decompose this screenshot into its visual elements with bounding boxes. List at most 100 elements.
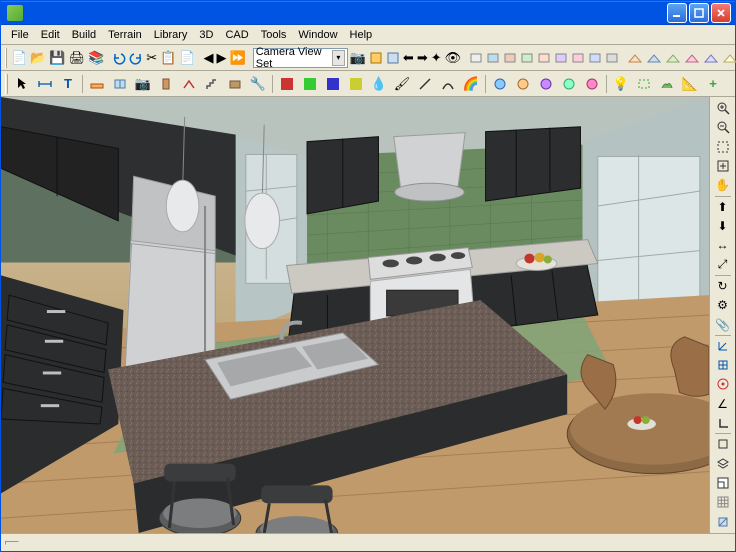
camera-view-select[interactable]: Camera View Set ▾ — [253, 48, 348, 68]
view-e-icon[interactable] — [702, 47, 720, 69]
line-icon[interactable] — [414, 73, 436, 95]
walkthrough-icon[interactable]: 👁 — [444, 47, 463, 69]
fixture-icon[interactable]: 🔧 — [247, 73, 269, 95]
render-c-icon[interactable] — [502, 47, 518, 69]
cross-section-icon[interactable]: ✦ — [430, 47, 443, 69]
material-d-icon[interactable] — [558, 73, 580, 95]
fill-window-icon[interactable] — [712, 157, 734, 175]
preferences-icon[interactable]: ⚙ — [712, 296, 734, 314]
zoom-window-icon[interactable] — [712, 138, 734, 156]
material-e-icon[interactable] — [581, 73, 603, 95]
render-e-icon[interactable] — [536, 47, 552, 69]
add-icon[interactable]: + — [702, 73, 724, 95]
cut-icon[interactable]: ✂ — [145, 47, 158, 69]
roof-icon[interactable] — [178, 73, 200, 95]
menu-library[interactable]: Library — [148, 27, 194, 43]
print-icon[interactable]: 🖨 — [68, 47, 87, 69]
window-icon[interactable] — [109, 73, 131, 95]
render-f-icon[interactable] — [553, 47, 569, 69]
ortho-icon[interactable] — [712, 414, 734, 432]
color-a-icon[interactable] — [276, 73, 298, 95]
refresh-icon[interactable]: ↻ — [712, 277, 734, 295]
view-b-icon[interactable] — [645, 47, 663, 69]
dimension-sq-icon[interactable] — [712, 435, 734, 453]
dimension-icon[interactable] — [34, 73, 56, 95]
undo-icon[interactable] — [111, 47, 127, 69]
viewport-3d[interactable] — [1, 97, 709, 533]
camera-tool-icon[interactable]: 📷 — [132, 73, 154, 95]
view-c-icon[interactable] — [664, 47, 682, 69]
select-icon[interactable] — [11, 73, 33, 95]
material-b-icon[interactable] — [512, 73, 534, 95]
minimize-button[interactable] — [667, 3, 687, 23]
menu-cad[interactable]: CAD — [219, 27, 254, 43]
snap-icon[interactable] — [712, 375, 734, 393]
menu-edit[interactable]: Edit — [35, 27, 66, 43]
library-icon[interactable]: 📚 — [87, 47, 105, 69]
nav-left-icon[interactable] — [368, 47, 384, 69]
elevation-icon[interactable]: 📐 — [679, 73, 701, 95]
open-file-icon[interactable]: 📂 — [29, 47, 47, 69]
material-c-icon[interactable] — [535, 73, 557, 95]
menu-terrain[interactable]: Terrain — [102, 27, 148, 43]
pan-down-icon[interactable]: ⬇ — [712, 217, 734, 235]
view-f-icon[interactable] — [721, 47, 736, 69]
eyedropper-icon[interactable]: 💧 — [368, 73, 390, 95]
region-icon[interactable] — [633, 73, 655, 95]
light-icon[interactable]: 💡 — [610, 73, 632, 95]
zoom-in-icon[interactable] — [712, 99, 734, 117]
nav-turn-l-icon[interactable]: ⬅ — [402, 47, 415, 69]
render-b-icon[interactable] — [485, 47, 501, 69]
menu-window[interactable]: Window — [292, 27, 343, 43]
brush-icon[interactable]: 🖌 — [391, 73, 413, 95]
zoom-out-icon[interactable] — [712, 118, 734, 136]
pan-diag-icon[interactable]: ⤢ — [712, 256, 734, 274]
view-d-icon[interactable] — [683, 47, 701, 69]
grid-toggle-icon[interactable] — [712, 356, 734, 374]
pan-lr-icon[interactable]: ↔ — [712, 236, 734, 254]
render-d-icon[interactable] — [519, 47, 535, 69]
render-i-icon[interactable] — [604, 47, 620, 69]
play-icon[interactable]: ▶ — [216, 47, 228, 69]
prev-icon[interactable]: ◀ — [203, 47, 215, 69]
menu-3d[interactable]: 3D — [193, 27, 219, 43]
curve-icon[interactable] — [437, 73, 459, 95]
paste-icon[interactable]: 📄 — [178, 47, 196, 69]
view-a-icon[interactable] — [626, 47, 644, 69]
wall-icon[interactable] — [86, 73, 108, 95]
terrain-icon[interactable] — [656, 73, 678, 95]
layers-icon[interactable] — [712, 455, 734, 473]
color-c-icon[interactable] — [322, 73, 344, 95]
pan-icon[interactable]: ✋ — [712, 176, 734, 194]
maximize-button[interactable] — [689, 3, 709, 23]
menu-build[interactable]: Build — [66, 27, 102, 43]
copy-icon[interactable]: 📋 — [159, 47, 177, 69]
menu-help[interactable]: Help — [344, 27, 379, 43]
redo-icon[interactable] — [128, 47, 144, 69]
angle-icon[interactable] — [712, 337, 734, 355]
camera-icon[interactable]: 📷 — [349, 47, 367, 69]
reference-icon[interactable]: 📎 — [712, 315, 734, 333]
snap-angle-icon[interactable]: ∠ — [712, 395, 734, 413]
material-a-icon[interactable] — [489, 73, 511, 95]
plan-icon[interactable] — [712, 474, 734, 492]
stairs-icon[interactable] — [201, 73, 223, 95]
color-d-icon[interactable] — [345, 73, 367, 95]
grid-sm-icon[interactable] — [712, 493, 734, 511]
render-h-icon[interactable] — [587, 47, 603, 69]
nav-right-icon[interactable] — [385, 47, 401, 69]
next-icon[interactable]: ⏩ — [229, 47, 247, 69]
render-a-icon[interactable] — [468, 47, 484, 69]
close-button[interactable] — [711, 3, 731, 23]
save-icon[interactable]: 💾 — [48, 47, 66, 69]
menu-file[interactable]: File — [5, 27, 35, 43]
menu-tools[interactable]: Tools — [255, 27, 293, 43]
door-icon[interactable] — [155, 73, 177, 95]
cabinet-icon[interactable] — [224, 73, 246, 95]
section-icon[interactable] — [712, 513, 734, 531]
rainbow-icon[interactable]: 🌈 — [460, 73, 482, 95]
render-g-icon[interactable] — [570, 47, 586, 69]
pan-up-icon[interactable]: ⬆ — [712, 198, 734, 216]
new-file-icon[interactable]: 📄 — [10, 47, 28, 69]
text-icon[interactable]: T — [57, 73, 79, 95]
